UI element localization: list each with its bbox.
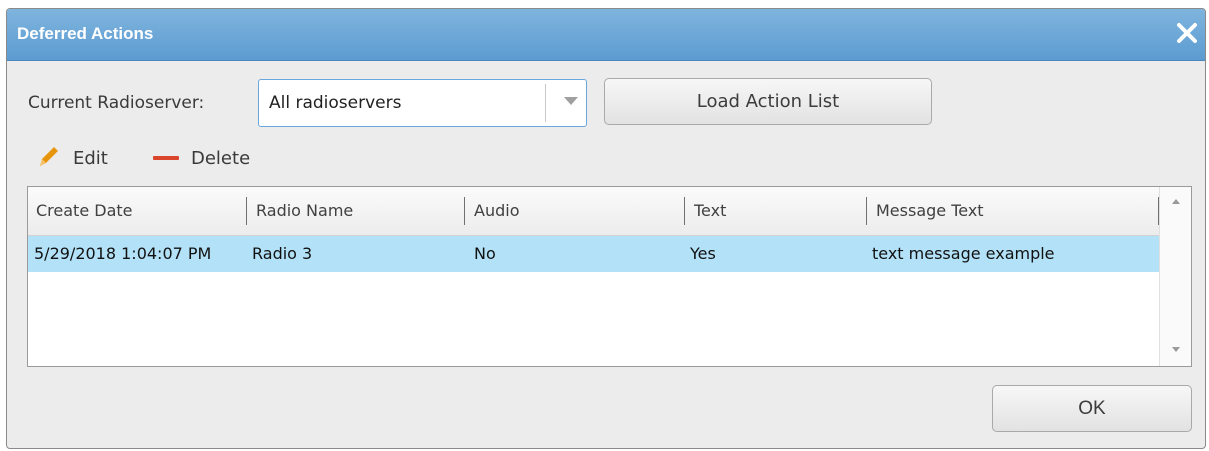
minus-icon (153, 156, 179, 160)
column-divider[interactable] (866, 197, 867, 225)
column-header-radio-name[interactable]: Radio Name (248, 187, 464, 235)
dialog-title: Deferred Actions (17, 24, 154, 43)
pencil-icon (37, 144, 61, 173)
column-divider[interactable] (684, 197, 685, 225)
chevron-down-icon[interactable] (564, 97, 578, 105)
title-bar[interactable]: Deferred Actions (7, 9, 1205, 61)
cell-message-text: text message example (872, 244, 1055, 263)
table-row[interactable]: 5/29/2018 1:04:07 PM Radio 3 No Yes text… (28, 236, 1160, 272)
radioserver-selected-value: All radioservers (269, 93, 402, 113)
edit-label: Edit (73, 147, 108, 169)
cell-text: Yes (690, 244, 716, 263)
load-action-list-button[interactable]: Load Action List (604, 78, 932, 125)
close-icon (1177, 23, 1197, 43)
delete-label: Delete (191, 147, 251, 169)
column-header-message-text[interactable]: Message Text (868, 187, 1158, 235)
deferred-actions-dialog: Deferred Actions Current Radioserver: Al… (6, 8, 1206, 449)
dropdown-divider (545, 84, 546, 122)
cell-audio: No (474, 244, 496, 263)
radioserver-dropdown[interactable]: All radioservers (258, 79, 587, 127)
vertical-scrollbar[interactable] (1159, 187, 1191, 366)
actions-table: Create Date Radio Name Audio Text Messag… (27, 186, 1192, 367)
ok-button[interactable]: OK (992, 385, 1192, 432)
cell-radio-name: Radio 3 (252, 244, 313, 263)
column-header-text[interactable]: Text (686, 187, 866, 235)
column-divider[interactable] (246, 197, 247, 225)
cell-create-date: 5/29/2018 1:04:07 PM (34, 244, 212, 263)
current-radioserver-label: Current Radioserver: (28, 93, 205, 113)
scroll-down-icon[interactable] (1172, 347, 1180, 352)
column-header-create-date[interactable]: Create Date (28, 187, 246, 235)
column-divider[interactable] (464, 197, 465, 225)
scroll-up-icon[interactable] (1172, 199, 1180, 204)
column-header-audio[interactable]: Audio (466, 187, 684, 235)
close-button[interactable] (1173, 19, 1201, 47)
table-header: Create Date Radio Name Audio Text Messag… (28, 187, 1160, 236)
delete-button[interactable]: Delete (153, 143, 250, 173)
edit-button[interactable]: Edit (37, 143, 108, 173)
